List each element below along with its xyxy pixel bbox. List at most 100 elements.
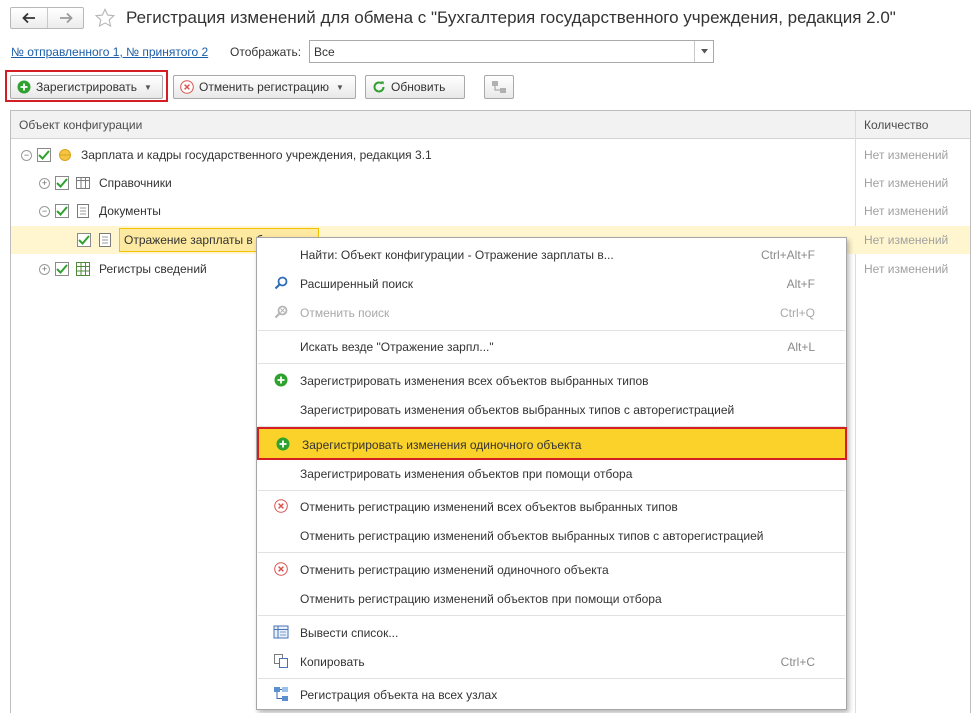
x-circle-icon (180, 80, 194, 94)
row-quantity: Нет изменений (864, 148, 949, 162)
register-button[interactable]: Зарегистрировать ▼ (10, 75, 163, 99)
menu-separator (258, 678, 845, 679)
row-checkbox[interactable] (37, 148, 51, 162)
menu-item-label: Отменить регистрацию изменений всех объе… (300, 500, 678, 514)
menu-item-cancel-all-types[interactable]: Отменить регистрацию изменений всех объе… (258, 492, 845, 521)
cancel-registration-label: Отменить регистрацию (199, 80, 330, 94)
row-checkbox[interactable] (55, 204, 69, 218)
column-header-quantity[interactable]: Количество (864, 118, 928, 132)
forward-button[interactable] (47, 8, 83, 28)
menu-item-label: Зарегистрировать изменения всех объектов… (300, 374, 649, 388)
menu-item-label: Вывести список... (300, 626, 399, 640)
dropdown-caret-icon: ▼ (143, 82, 152, 92)
table-row[interactable]: − Документы Нет изменений (11, 197, 970, 225)
refresh-icon (373, 81, 385, 93)
menu-item-register-autoregistration[interactable]: Зарегистрировать изменения объектов выбр… (258, 395, 845, 424)
document-icon (75, 203, 91, 219)
menu-item-label: Отменить регистрацию изменений объектов … (300, 592, 662, 606)
row-quantity: Нет изменений (864, 262, 949, 276)
checkmark-icon (56, 178, 68, 188)
arrow-left-icon (22, 12, 35, 24)
star-icon (94, 7, 116, 28)
back-button[interactable] (11, 8, 47, 28)
nodes-button[interactable] (484, 75, 514, 99)
menu-item-cancel-by-filter[interactable]: Отменить регистрацию изменений объектов … (258, 584, 845, 613)
menu-item-output-list[interactable]: Вывести список... (258, 618, 845, 647)
expand-toggle[interactable]: + (39, 263, 50, 275)
dropdown-button[interactable] (694, 41, 713, 62)
network-nodes-icon (273, 686, 289, 702)
message-numbers-link[interactable]: № отправленного 1, № принятого 2 (11, 45, 208, 59)
menu-separator (258, 490, 845, 491)
row-label: Зарплата и кадры государственного учрежд… (81, 148, 432, 162)
menu-item-label: Расширенный поиск (300, 277, 413, 291)
list-output-icon (273, 624, 289, 640)
collapse-toggle[interactable]: − (39, 205, 50, 217)
table-header (11, 111, 970, 139)
row-label: Регистры сведений (99, 262, 207, 276)
menu-item-cancel-single-object[interactable]: Отменить регистрацию изменений одиночног… (258, 555, 845, 584)
column-header-object[interactable]: Объект конфигурации (19, 118, 142, 132)
checkmark-icon (56, 206, 68, 216)
plus-circle-icon (275, 436, 291, 452)
context-menu: Найти: Объект конфигурации - Отражение з… (256, 237, 847, 710)
menu-item-find[interactable]: Найти: Объект конфигурации - Отражение з… (258, 240, 845, 269)
menu-item-search-everywhere[interactable]: Искать везде "Отражение зарпл..." Alt+L (258, 332, 845, 361)
menu-item-label: Отменить поиск (300, 306, 390, 320)
menu-item-shortcut: Ctrl+C (780, 655, 815, 669)
x-circle-icon (273, 561, 289, 577)
row-quantity: Нет изменений (864, 204, 949, 218)
show-filter-value: Все (314, 45, 335, 59)
refresh-button[interactable]: Обновить (365, 75, 465, 99)
copy-icon (273, 653, 289, 669)
network-nodes-icon (492, 81, 506, 93)
favorite-button[interactable] (92, 5, 118, 31)
row-checkbox[interactable] (77, 233, 91, 247)
plus-circle-icon (17, 80, 31, 94)
refresh-button-label: Обновить (391, 80, 446, 94)
magnifier-icon (273, 275, 289, 291)
row-label: Документы (99, 204, 161, 218)
catalog-icon (75, 175, 91, 191)
menu-item-label: Регистрация объекта на всех узлах (300, 688, 498, 702)
row-label: Отражение зарплаты в б (124, 233, 264, 247)
menu-item-cancel-autoregistration[interactable]: Отменить регистрацию изменений объектов … (258, 521, 845, 550)
arrow-right-icon (59, 12, 73, 24)
checkmark-icon (38, 150, 50, 160)
document-icon (97, 232, 113, 248)
menu-separator (258, 330, 845, 331)
menu-item-shortcut: Alt+L (787, 340, 815, 354)
expand-toggle[interactable]: + (39, 177, 50, 189)
menu-item-label: Отменить регистрацию изменений объектов … (300, 529, 764, 543)
menu-item-register-all-types[interactable]: Зарегистрировать изменения всех объектов… (258, 366, 845, 395)
checkmark-icon (78, 235, 90, 245)
navigation-buttons (10, 7, 84, 29)
show-label: Отображать: (230, 45, 302, 59)
menu-item-cancel-search[interactable]: Отменить поиск Ctrl+Q (258, 298, 845, 327)
checkmark-icon (56, 264, 68, 274)
menu-item-label: Зарегистрировать изменения одиночного об… (302, 438, 582, 452)
menu-item-copy[interactable]: Копировать Ctrl+C (258, 647, 845, 676)
menu-item-label: Зарегистрировать изменения объектов выбр… (300, 403, 735, 417)
menu-item-register-single-object[interactable]: Зарегистрировать изменения одиночного об… (257, 427, 847, 460)
menu-item-label: Искать везде "Отражение зарпл..." (300, 340, 494, 354)
row-quantity: Нет изменений (864, 176, 949, 190)
chevron-down-icon (700, 49, 708, 54)
row-quantity: Нет изменений (864, 233, 949, 247)
show-filter-select[interactable]: Все (309, 40, 714, 63)
menu-separator (258, 552, 845, 553)
register-icon (75, 261, 91, 277)
register-button-label: Зарегистрировать (36, 80, 137, 94)
table-row[interactable]: − Зарплата и кадры государственного учре… (11, 141, 970, 169)
menu-item-register-all-nodes[interactable]: Регистрация объекта на всех узлах (258, 680, 845, 709)
row-checkbox[interactable] (55, 176, 69, 190)
menu-item-advanced-search[interactable]: Расширенный поиск Alt+F (258, 269, 845, 298)
collapse-toggle[interactable]: − (21, 149, 32, 161)
cancel-search-icon (273, 304, 289, 320)
row-checkbox[interactable] (55, 262, 69, 276)
menu-item-register-by-filter[interactable]: Зарегистрировать изменения объектов при … (258, 459, 845, 488)
cancel-registration-button[interactable]: Отменить регистрацию ▼ (173, 75, 356, 99)
x-circle-icon (273, 498, 289, 514)
menu-item-label: Отменить регистрацию изменений одиночног… (300, 563, 609, 577)
table-row[interactable]: + Справочники Нет изменений (11, 169, 970, 197)
